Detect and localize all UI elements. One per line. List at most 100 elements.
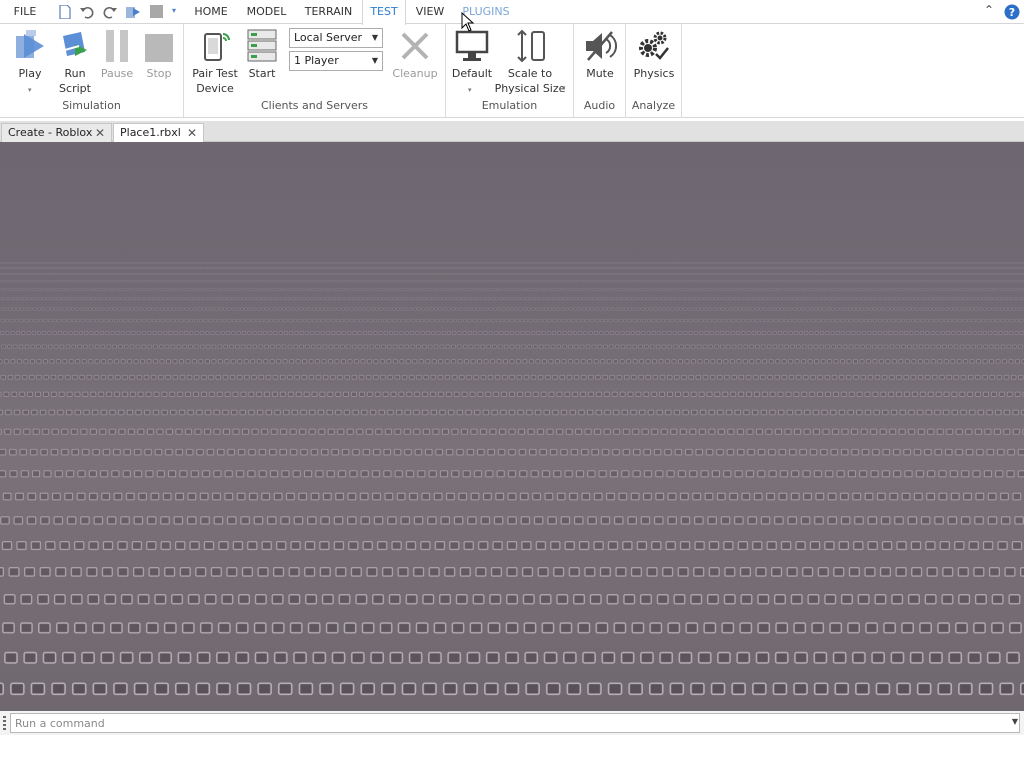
stud-row [2,492,1022,501]
pause-icon [106,30,128,62]
chevron-down-icon: ▼ [371,33,378,42]
svg-text:?: ? [1009,6,1015,19]
grip-handle[interactable] [3,716,6,730]
physics-label: Physics [633,67,675,80]
tab-test[interactable]: TEST [362,0,406,25]
redo-icon[interactable] [102,5,118,19]
stud-row [0,267,1024,269]
stud-row [1,541,1023,551]
undo-icon[interactable] [79,5,95,19]
collapse-ribbon-icon[interactable]: ⌃ [984,3,994,17]
doc-tab-create-roblox[interactable]: Create - Roblox ✕ [1,123,112,142]
baseplate-floor [0,262,1024,696]
server-mode-select[interactable]: Local Server ▼ [289,28,383,48]
command-bar: ▼ [0,711,1024,735]
run-script-label-1: Run [64,67,86,80]
stud-row [0,428,1024,435]
file-menu[interactable]: FILE [6,0,44,24]
emulation-group: Default ▾ Scale to Physical Size ▾ Emula… [446,24,574,118]
mute-label: Mute [586,67,614,80]
stud-row [0,409,1024,416]
command-input[interactable] [10,713,1020,733]
clients-servers-group-label: Clients and Servers [260,99,369,112]
stud-row [0,448,1024,456]
stop-label: Stop [146,67,172,80]
stud-row [0,682,1024,696]
mouse-cursor-icon [461,12,475,32]
cleanup-button[interactable]: Cleanup [392,28,438,81]
scale-label-1: Scale to [507,67,553,80]
3d-viewport[interactable] [0,142,1024,711]
stud-row [3,594,1021,605]
mute-button[interactable]: Mute [580,28,620,81]
tab-terrain[interactable]: TERRAIN [302,0,355,24]
gears-icon [639,31,669,60]
phone-icon [204,33,230,61]
stud-row [0,359,1024,364]
chevron-down-icon[interactable]: ▼ [1012,717,1018,726]
analyze-group: Physics Analyze [626,24,682,118]
analyze-group-label: Analyze [631,99,676,112]
emulation-group-label: Emulation [481,99,538,112]
tab-home[interactable]: HOME [191,0,231,24]
stud-row [0,297,1024,301]
start-button[interactable]: Start [242,28,282,81]
play-button[interactable]: Play [10,28,50,81]
chevron-down-icon: ▼ [371,56,378,65]
play-here-icon[interactable] [125,5,141,19]
device-default-button[interactable]: Default [450,28,494,81]
server-icon [247,29,277,62]
scale-icon [517,29,545,63]
doc-tab-label: Create - Roblox [8,126,93,139]
device-dropdown-icon[interactable]: ▾ [468,86,472,94]
clients-servers-group: Pair Test Device Start Local Server ▼ 1 … [184,24,446,118]
stud-row [0,318,1024,323]
monitor-icon [455,30,489,61]
customize-toolbar-icon[interactable]: ▾ [172,6,176,15]
stud-row [0,374,1024,380]
stud-row [1,344,1023,349]
stud-row [0,391,1024,397]
stud-row [0,331,1024,335]
stud-row [0,566,1024,577]
tab-model[interactable]: MODEL [243,0,290,24]
ribbon: Play ▾ Run Script Pause Stop Simulation [0,24,1024,118]
document-tabs: Create - Roblox ✕ Place1.rbxl ✕ [0,121,1024,142]
scale-to-physical-size-button[interactable]: Scale to Physical Size [494,28,566,96]
close-icon[interactable]: ✕ [187,124,197,142]
run-script-icon [63,32,87,56]
new-file-icon[interactable] [57,5,73,19]
run-script-label-2: Script [59,82,91,95]
start-label: Start [248,67,276,80]
pause-label: Pause [100,67,134,80]
scale-label-2: Physical Size [494,82,566,95]
bottom-area [0,735,1024,768]
pause-button[interactable]: Pause [98,28,136,81]
device-default-label: Default [451,67,493,80]
stop-square-icon [145,34,173,62]
player-count-select[interactable]: 1 Player ▼ [289,51,383,71]
doc-tab-place1[interactable]: Place1.rbxl ✕ [113,123,204,142]
play-label: Play [18,67,42,80]
physics-button[interactable]: Physics [632,28,676,81]
close-x-icon [401,32,429,60]
audio-group-label: Audio [583,99,616,112]
stud-row [2,622,1022,634]
pair-label-2: Device [196,82,234,95]
pair-test-device-button[interactable]: Pair Test Device [190,28,240,96]
stud-row [0,273,1024,276]
help-icon[interactable]: ? [1004,4,1020,20]
audio-group: Mute Audio [574,24,626,118]
stop-icon[interactable] [149,5,165,19]
stud-row [0,470,1024,478]
play-dropdown-icon[interactable]: ▾ [28,86,32,94]
tab-view[interactable]: VIEW [412,0,448,24]
pair-label-1: Pair Test [192,67,238,80]
stud-row [0,262,1024,264]
close-icon[interactable]: ✕ [95,124,105,142]
scale-dropdown-icon[interactable]: ▾ [562,84,566,92]
run-script-button[interactable]: Run Script [54,28,96,96]
stud-row [0,280,1024,283]
doc-tab-label: Place1.rbxl [120,126,181,139]
stop-button[interactable]: Stop [140,28,178,81]
